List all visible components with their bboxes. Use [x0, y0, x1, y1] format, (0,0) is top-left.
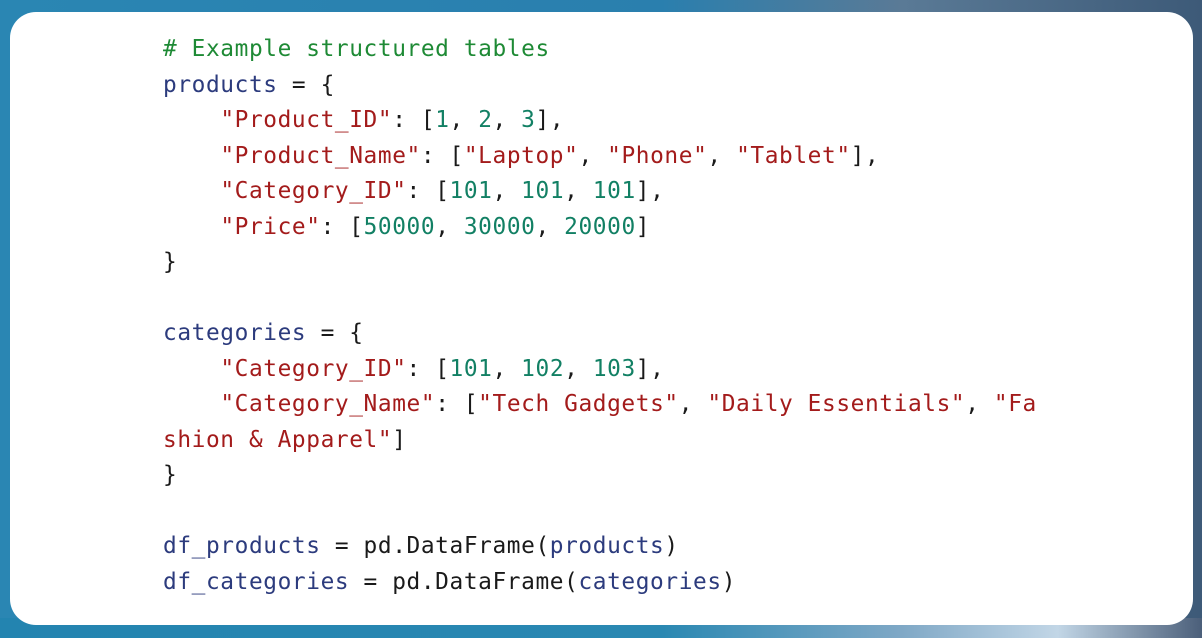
code-string: "Product_Name" — [220, 142, 421, 169]
code-line: "Category_Name": ["Tech Gadgets", "Daily… — [163, 387, 1037, 423]
code-number: 1 — [435, 107, 450, 133]
code-punctuation: ] — [635, 213, 651, 240]
code-punctuation: , — [707, 142, 737, 169]
code-punctuation: , — [678, 391, 708, 417]
code-number: 2 — [478, 107, 493, 133]
code-punctuation: , — [578, 142, 608, 169]
code-string: "Product_ID" — [220, 107, 393, 133]
code-punctuation: = { — [277, 71, 335, 98]
code-line: } — [163, 458, 1037, 494]
code-line: df_products = pd.DataFrame(products) — [163, 529, 1037, 565]
code-punctuation: , — [492, 355, 522, 382]
code-line: "Category_ID": [101, 102, 103], — [163, 352, 1037, 388]
code-number: 101 — [521, 178, 565, 204]
code-string: "Category_ID" — [220, 178, 407, 204]
code-string: shion & Apparel" — [163, 426, 393, 453]
code-punctuation: ) — [721, 568, 737, 595]
code-punctuation: : [ — [420, 142, 464, 169]
code-line: } — [163, 245, 1037, 281]
code-punctuation: ) — [664, 533, 679, 559]
code-line: products = { — [163, 68, 1037, 104]
code-punctuation — [163, 178, 220, 204]
code-string: "Daily Essentials" — [707, 391, 966, 417]
code-string: "Tablet" — [736, 142, 851, 169]
code-punctuation: : [ — [435, 391, 479, 417]
code-line: "Price": [50000, 30000, 20000] — [163, 210, 1037, 246]
code-punctuation: : [ — [406, 178, 450, 204]
code-punctuation: = pd.DataFrame( — [349, 568, 579, 595]
code-line: # Example structured tables — [163, 32, 1037, 68]
code-number: 102 — [521, 355, 565, 382]
code-string: "Tech Gadgets" — [478, 391, 679, 417]
code-punctuation: , — [965, 391, 994, 417]
code-variable: df_products — [163, 533, 321, 559]
code-punctuation: , — [492, 107, 522, 133]
code-string: "Phone" — [607, 142, 708, 169]
code-punctuation: : [ — [392, 107, 436, 133]
code-number: 20000 — [564, 213, 636, 240]
code-variable: df_categories — [163, 568, 350, 595]
code-punctuation: } — [163, 249, 178, 275]
code-number: 103 — [592, 355, 636, 382]
code-punctuation — [163, 143, 220, 169]
code-punctuation: , — [535, 213, 565, 240]
code-line: "Product_ID": [1, 2, 3], — [163, 103, 1037, 139]
code-block: # Example structured tables products = { … — [163, 32, 1037, 600]
code-string: "Category_ID" — [220, 355, 407, 382]
code-punctuation — [163, 214, 220, 240]
code-number: 101 — [592, 178, 636, 204]
code-punctuation: : [ — [406, 355, 450, 382]
code-string: "Laptop" — [463, 142, 579, 169]
code-punctuation: } — [163, 462, 178, 488]
code-number: 3 — [521, 107, 536, 133]
code-string: "Fa — [993, 391, 1037, 417]
code-punctuation: ], — [535, 107, 565, 133]
code-punctuation: = pd.DataFrame( — [320, 533, 550, 559]
code-line: categories = { — [163, 316, 1037, 352]
code-punctuation: = { — [306, 320, 364, 346]
code-line: df_categories = pd.DataFrame(categories) — [163, 565, 1037, 601]
code-punctuation: , — [449, 107, 479, 133]
code-punctuation: , — [492, 178, 522, 204]
code-punctuation — [163, 107, 220, 133]
code-number: 101 — [449, 178, 493, 204]
code-punctuation — [163, 356, 220, 382]
code-string: "Price" — [220, 213, 321, 240]
code-number: 50000 — [363, 213, 436, 240]
code-punctuation: ], — [635, 178, 665, 204]
code-variable: products — [163, 71, 278, 98]
code-punctuation: , — [564, 355, 593, 382]
code-punctuation: ], — [850, 142, 880, 169]
code-punctuation — [163, 391, 220, 417]
code-punctuation: ] — [392, 426, 407, 453]
code-punctuation: , — [435, 213, 464, 240]
code-number: 101 — [449, 355, 493, 382]
code-string: "Category_Name" — [220, 391, 436, 417]
code-line: shion & Apparel"] — [163, 423, 1037, 459]
code-line: "Category_ID": [101, 101, 101], — [163, 174, 1037, 210]
code-punctuation: : [ — [320, 213, 364, 240]
code-variable: categories — [578, 568, 722, 595]
code-variable: products — [549, 533, 665, 559]
code-line: "Product_Name": ["Laptop", "Phone", "Tab… — [163, 139, 1037, 175]
code-comment: # Example structured tables — [163, 36, 550, 62]
code-punctuation: ], — [635, 355, 665, 382]
code-variable: categories — [163, 320, 307, 346]
code-punctuation: , — [564, 178, 593, 204]
code-number: 30000 — [463, 213, 536, 240]
